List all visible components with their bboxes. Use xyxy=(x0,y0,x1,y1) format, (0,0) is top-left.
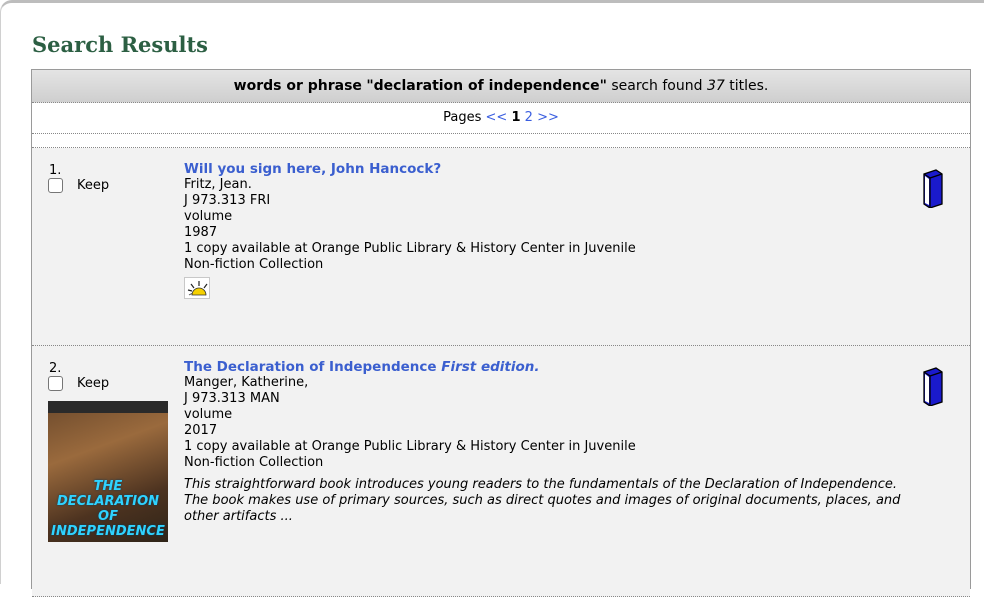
book-cover-image[interactable]: THE DECLARATION OF INDEPENDENCE xyxy=(48,401,168,542)
result-details: The Declaration of Independence First ed… xyxy=(184,359,904,525)
result-item: 1. Keep Will you sign here, John Hancock… xyxy=(32,148,970,346)
result-availability: 1 copy available at Orange Public Librar… xyxy=(184,241,904,273)
result-format: volume xyxy=(184,209,233,224)
availability-line-1: 1 copy available at Orange Public Librar… xyxy=(184,439,636,454)
result-title: The Declaration of Independence xyxy=(184,359,437,375)
result-details: Will you sign here, John Hancock? Fritz,… xyxy=(184,161,904,299)
result-title-link[interactable]: Will you sign here, John Hancock? xyxy=(184,161,904,177)
result-call-number: J 973.313 MAN xyxy=(184,391,280,406)
cover-top-bar xyxy=(48,401,168,413)
cover-title-line-2: DECLARATION OF xyxy=(56,494,160,524)
result-number: 1. xyxy=(49,163,62,178)
keep-checkbox[interactable] xyxy=(48,376,63,391)
result-description: This straightforward book introduces you… xyxy=(184,477,901,524)
result-year: 1987 xyxy=(184,225,218,240)
pagination-next-link[interactable]: >> xyxy=(537,110,559,125)
pagination-prev-link[interactable]: << xyxy=(486,110,508,125)
result-edition: First edition. xyxy=(441,359,540,375)
book-volume-icon[interactable] xyxy=(920,366,946,410)
summary-query-type: words or phrase xyxy=(233,78,362,94)
results-panel: words or phrase "declaration of independ… xyxy=(31,69,971,597)
pagination-page-2-link[interactable]: 2 xyxy=(525,110,533,125)
result-call-number: J 973.313 FRI xyxy=(184,193,271,208)
summary-query: "declaration of independence" xyxy=(366,78,607,94)
availability-line-2: Non-fiction Collection xyxy=(184,257,324,272)
results-spacer xyxy=(32,134,970,148)
keep-checkbox-label[interactable]: Keep xyxy=(48,376,109,391)
result-title-link[interactable]: The Declaration of Independence First ed… xyxy=(184,359,904,375)
book-volume-icon[interactable] xyxy=(920,168,946,212)
review-sun-icon[interactable] xyxy=(184,277,210,299)
result-year: 2017 xyxy=(184,423,218,438)
keep-label: Keep xyxy=(77,376,110,391)
pagination: Pages << 1 2 >> xyxy=(32,103,970,134)
result-availability: 1 copy available at Orange Public Librar… xyxy=(184,439,904,471)
pagination-page-1: 1 xyxy=(511,110,521,125)
keep-checkbox-label[interactable]: Keep xyxy=(48,178,109,193)
search-summary: words or phrase "declaration of independ… xyxy=(32,69,970,103)
keep-checkbox[interactable] xyxy=(48,178,63,193)
availability-line-2: Non-fiction Collection xyxy=(184,455,324,470)
result-author: Manger, Katherine, xyxy=(184,375,309,390)
result-title: Will you sign here, John Hancock? xyxy=(184,161,442,177)
page-title: Search Results xyxy=(32,32,208,57)
pagination-label: Pages xyxy=(443,110,482,125)
summary-count: 37 xyxy=(706,78,725,94)
result-number: 2. xyxy=(49,361,62,376)
result-format: volume xyxy=(184,407,233,422)
cover-title: THE DECLARATION OF INDEPENDENCE xyxy=(48,479,168,539)
keep-label: Keep xyxy=(77,178,110,193)
result-item: 2. Keep THE DECLARATION OF INDEPENDENCE … xyxy=(32,346,970,597)
cover-title-line-3: INDEPENDENCE xyxy=(51,524,165,539)
summary-found-text: search found xyxy=(611,78,703,94)
cover-title-line-1: THE xyxy=(93,479,123,494)
availability-line-1: 1 copy available at Orange Public Librar… xyxy=(184,241,636,256)
summary-suffix: titles. xyxy=(729,78,769,94)
result-author: Fritz, Jean. xyxy=(184,177,252,192)
